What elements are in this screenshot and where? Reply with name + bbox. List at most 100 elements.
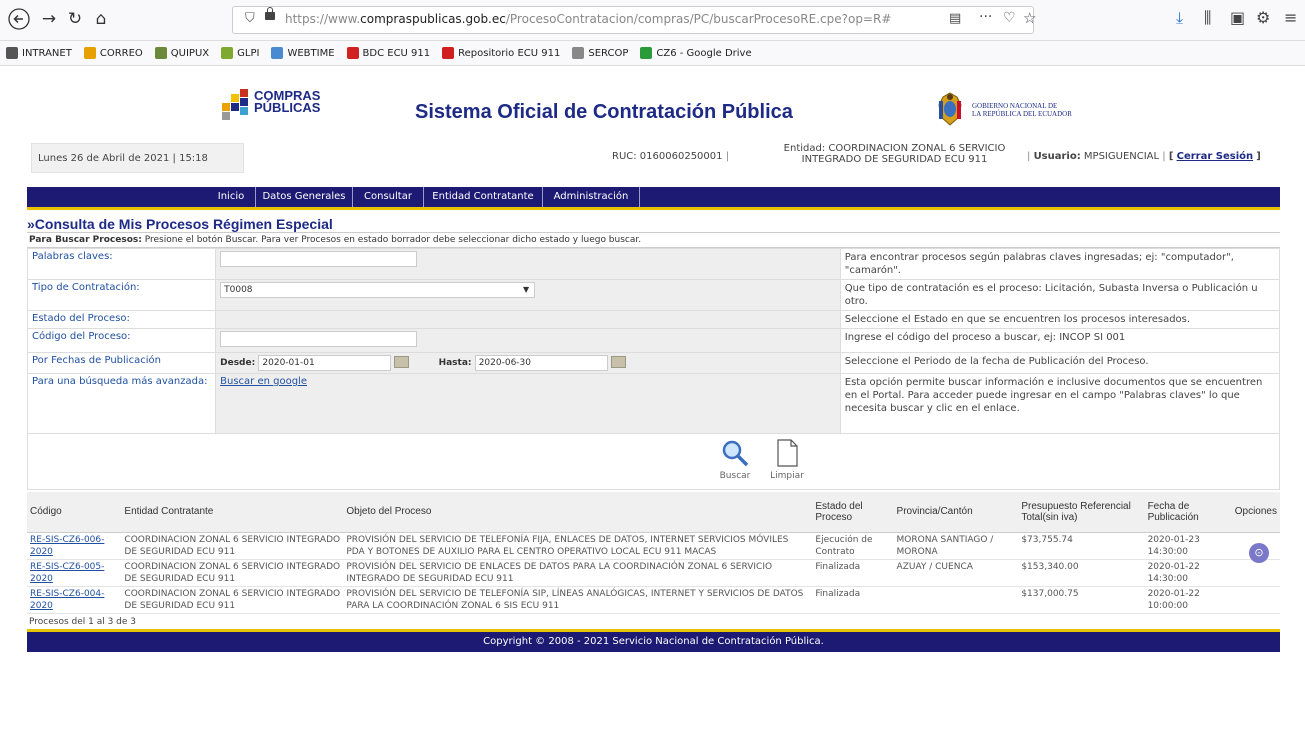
- keywords-label: Palabras claves:: [26, 248, 217, 280]
- process-state-field[interactable]: [215, 310, 841, 329]
- bookmark-item[interactable]: QUIPUX: [154, 47, 210, 59]
- process-code-link[interactable]: RE-SIS-CZ6-004-2020: [30, 589, 104, 611]
- keywords-input[interactable]: [220, 251, 418, 267]
- process-state-label: Estado del Proceso:: [26, 310, 217, 329]
- search-instructions: Para Buscar Procesos: Presione el botón …: [27, 232, 1280, 248]
- bookmarks-bar: INTRANET CORREO QUIPUX GLPI WEBTIME BDC ECU 9…: [0, 41, 1305, 66]
- cell-entidad: COORDINACION ZONAL 6 SERVICIO INTEGRADO …: [121, 532, 344, 560]
- bookmark-favicon-icon: [221, 47, 234, 59]
- bookmark-label: QUIPUX: [170, 47, 210, 59]
- cell-entidad: COORDINACION ZONAL 6 SERVICIO INTEGRADO …: [121, 559, 344, 587]
- publication-dates-label: Por Fechas de Publicación: [26, 352, 217, 374]
- cell-provincia: AZUAY / CUENCA: [893, 559, 1019, 587]
- cell-presupuesto: $137,000.75: [1018, 586, 1145, 614]
- process-code-link[interactable]: RE-SIS-CZ6-006-2020: [30, 535, 104, 557]
- blank-page-icon: [777, 439, 798, 467]
- menu-item-administracion[interactable]: Administración: [543, 187, 640, 207]
- cell-presupuesto: $153,340.00: [1018, 559, 1145, 587]
- menu-item-consultar[interactable]: Consultar: [353, 187, 424, 207]
- extension-icon[interactable]: ⚙: [1256, 8, 1270, 27]
- col-header: Presupuesto Referencial Total(sin iva): [1018, 492, 1145, 533]
- page-actions-icon[interactable]: ···: [979, 9, 992, 25]
- compras-publicas-logo[interactable]: COMPRAS PÚBLICAS: [222, 89, 332, 129]
- col-header: Opciones: [1231, 492, 1280, 533]
- bookmark-item[interactable]: CORREO: [83, 47, 143, 59]
- sidebar-icon[interactable]: ▣: [1230, 8, 1245, 27]
- clear-button[interactable]: Limpiar: [764, 438, 810, 481]
- menu-item-inicio[interactable]: Inicio: [207, 187, 256, 207]
- library-icon[interactable]: ⫼: [1204, 8, 1211, 28]
- bookmark-star-icon[interactable]: ☆: [1023, 9, 1036, 27]
- magnifier-icon: [722, 440, 749, 467]
- cell-estado: Finalizada: [812, 559, 894, 587]
- bookmark-item[interactable]: INTRANET: [6, 47, 72, 59]
- col-header: Entidad Contratante: [121, 492, 344, 533]
- bookmark-item[interactable]: CZ6 - Google Drive: [640, 47, 752, 59]
- process-code-help: Ingrese el código del proceso a buscar, …: [839, 328, 1281, 353]
- bookmark-item[interactable]: BDC ECU 911: [346, 47, 430, 59]
- download-icon[interactable]: ⤓: [1176, 8, 1183, 28]
- bookmark-label: CZ6 - Google Drive: [656, 47, 752, 59]
- bookmark-label: CORREO: [99, 47, 143, 59]
- from-date-input[interactable]: 2020-01-01: [258, 355, 392, 371]
- pocket-icon[interactable]: ♡: [1003, 10, 1016, 26]
- search-button[interactable]: Buscar: [712, 438, 758, 481]
- cell-fecha: 2020-01-23 14:30:00: [1144, 532, 1232, 560]
- bookmark-favicon-icon: [6, 47, 18, 59]
- menu-item-entidad-contratante[interactable]: Entidad Contratante: [424, 187, 543, 207]
- contract-type-help: Que tipo de contratación es el proceso: …: [839, 279, 1281, 311]
- bookmark-favicon-icon: [346, 47, 359, 59]
- bookmark-item[interactable]: GLPI: [221, 47, 259, 59]
- session-info-bar: Lunes 26 de Abril de 2021 | 15:18 RUC: 0…: [27, 143, 1280, 187]
- page-title: Sistema Oficial de Contratación Pública: [415, 101, 793, 123]
- menu-item-datos-generales[interactable]: Datos Generales: [256, 187, 353, 207]
- calendar-icon[interactable]: [394, 356, 410, 368]
- section-title: »Consulta de Mis Procesos Régimen Especi…: [27, 216, 333, 232]
- calendar-icon[interactable]: [610, 356, 626, 368]
- to-label: Hasta:: [438, 358, 472, 368]
- reader-view-icon[interactable]: ▤: [949, 11, 961, 26]
- url-text[interactable]: https://www.compraspublicas.gob.ec/Proce…: [285, 12, 891, 26]
- bookmark-item[interactable]: WEBTIME: [271, 47, 335, 59]
- cell-estado: Finalizada: [812, 586, 894, 614]
- menu-icon[interactable]: ≡: [1284, 8, 1297, 27]
- contract-type-label: Tipo de Contratación:: [26, 279, 217, 311]
- logout-link[interactable]: Cerrar Sesión: [1177, 151, 1254, 162]
- bookmark-item[interactable]: Repositorio ECU 911: [442, 47, 560, 59]
- forward-icon[interactable]: →: [36, 6, 62, 32]
- home-icon[interactable]: ⌂: [88, 6, 114, 32]
- options-icon[interactable]: ⊙: [1249, 543, 1269, 563]
- main-menu: Inicio Datos Generales Consultar Entidad…: [27, 187, 1280, 210]
- shield-icon[interactable]: ⛉: [245, 11, 255, 26]
- process-code-input[interactable]: [220, 331, 418, 347]
- publication-dates-help: Seleccione el Periodo de la fecha de Pub…: [839, 352, 1281, 374]
- lock-icon[interactable]: [265, 7, 275, 20]
- address-bar[interactable]: ⛉ https://www.compraspublicas.gob.ec/Pro…: [232, 6, 1036, 34]
- col-header: Código: [27, 492, 122, 533]
- bookmark-favicon-icon: [572, 47, 585, 59]
- advanced-search-help: Esta opción permite buscar información e…: [839, 373, 1281, 434]
- bookmark-label: Repositorio ECU 911: [458, 47, 561, 59]
- bookmark-label: GLPI: [237, 47, 260, 59]
- bookmark-favicon-icon: [271, 47, 284, 59]
- keywords-help: Para encontrar procesos según palabras c…: [839, 248, 1281, 280]
- bookmark-favicon-icon: [83, 47, 96, 59]
- cell-fecha: 2020-01-22 10:00:00: [1144, 586, 1232, 614]
- table-row: RE-SIS-CZ6-005-2020 COORDINACION ZONAL 6…: [27, 559, 1280, 587]
- col-header: Provincia/Cantón: [893, 492, 1019, 533]
- site-header: COMPRAS PÚBLICAS Sistema Oficial de Cont…: [27, 79, 1280, 139]
- contract-type-select[interactable]: T0008 ▼: [220, 282, 536, 298]
- to-date-input[interactable]: 2020-06-30: [474, 355, 608, 371]
- ruc-text: RUC: 0160060250001 |: [612, 151, 730, 162]
- advanced-search-label: Para una búsqueda más avanzada:: [26, 373, 217, 434]
- cell-objeto: PROVISIÓN DEL SERVICIO DE ENLACES DE DAT…: [343, 559, 813, 587]
- government-logo-text: GOBIERNO NACIONAL DE LA REPÚBLICA DEL ECU…: [972, 102, 1072, 118]
- bookmark-item[interactable]: SERCOP: [572, 47, 628, 59]
- google-search-link[interactable]: Buscar en google: [220, 376, 307, 387]
- back-icon[interactable]: [6, 6, 32, 32]
- process-code-link[interactable]: RE-SIS-CZ6-005-2020: [30, 562, 104, 584]
- reload-icon[interactable]: ↻: [62, 6, 88, 32]
- cell-objeto: PROVISIÓN DEL SERVICIO DE TELEFONÍA FIJA…: [343, 532, 813, 560]
- bookmark-favicon-icon: [640, 47, 653, 59]
- results-table: Código Entidad Contratante Objeto del Pr…: [27, 492, 1280, 614]
